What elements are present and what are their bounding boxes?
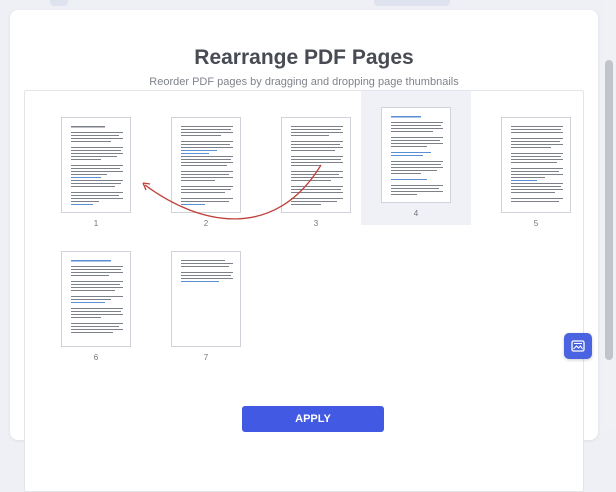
page-number: 5 bbox=[533, 219, 539, 228]
page-preview bbox=[381, 107, 451, 203]
page-subtitle: Reorder PDF pages by dragging and droppi… bbox=[149, 76, 459, 88]
page-number: 7 bbox=[203, 353, 209, 362]
page-number: 3 bbox=[313, 219, 319, 228]
page-thumbnail-6[interactable]: 6 bbox=[41, 235, 151, 369]
page-thumbnail-1[interactable]: 1 bbox=[41, 101, 151, 235]
scrollbar-thumb[interactable] bbox=[605, 60, 613, 360]
rearrange-card: Rearrange PDF Pages Reorder PDF pages by… bbox=[10, 10, 598, 492]
page-thumbnail-5[interactable]: 5 bbox=[481, 101, 591, 235]
top-toolbar-strip bbox=[0, 0, 616, 8]
page-number: 4 bbox=[413, 209, 419, 218]
page-number: 6 bbox=[93, 353, 99, 362]
page-thumbnail-3[interactable]: 3 bbox=[261, 101, 371, 235]
apply-button[interactable]: APPLY bbox=[242, 406, 384, 432]
page-preview bbox=[281, 117, 351, 213]
page-number: 1 bbox=[93, 219, 99, 228]
page-thumbnail-7[interactable]: 7 bbox=[151, 235, 261, 369]
page-number: 2 bbox=[203, 219, 209, 228]
toolbar-tab-left[interactable] bbox=[50, 0, 68, 6]
page-thumbnail-2[interactable]: 2 bbox=[151, 101, 261, 235]
page-preview bbox=[171, 251, 241, 347]
page-thumbnail-4[interactable]: 4 bbox=[361, 91, 471, 225]
page-preview bbox=[501, 117, 571, 213]
page-scrollbar[interactable] bbox=[602, 0, 616, 430]
image-icon[interactable] bbox=[564, 333, 592, 359]
toolbar-tab-center[interactable] bbox=[374, 0, 450, 6]
page-preview bbox=[61, 251, 131, 347]
page-preview bbox=[61, 117, 131, 213]
page-preview bbox=[171, 117, 241, 213]
page-title: Rearrange PDF Pages bbox=[194, 46, 414, 69]
